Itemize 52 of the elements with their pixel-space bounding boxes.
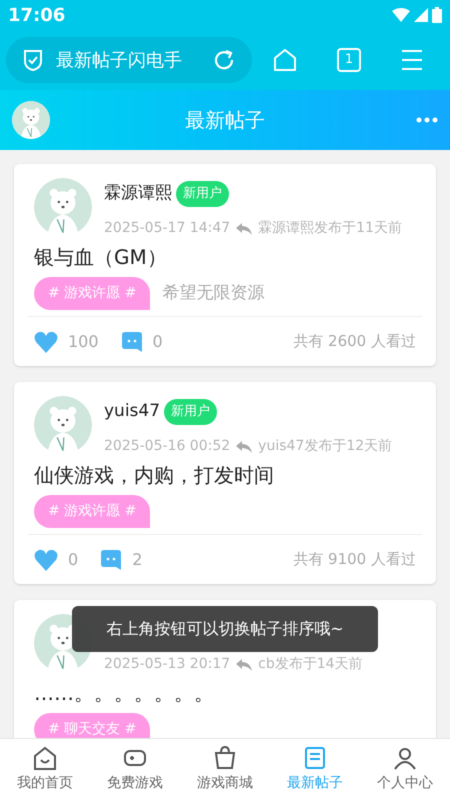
reply-arrow-icon (236, 658, 252, 670)
like-count: 0 (68, 548, 78, 570)
post-title: ……。。。。。。。 (34, 680, 215, 707)
nav-tab[interactable]: 我的首页 (0, 739, 90, 800)
reply-arrow-icon (236, 222, 252, 234)
post-date: 2025-05-13 20:17 (104, 655, 230, 674)
comment-icon[interactable] (100, 548, 122, 570)
user-avatar (34, 178, 92, 236)
author-note: yuis47发布于12天前 (258, 437, 392, 456)
nav-icon (32, 745, 58, 771)
status-time: 17:06 (8, 4, 66, 28)
address-text: 最新帖子闪电手 (56, 48, 183, 72)
user-badge: 新用户 (176, 181, 229, 207)
nav-tab[interactable]: 游戏商城 (180, 739, 270, 800)
home-icon[interactable] (272, 47, 298, 73)
nav-tab[interactable]: 免费游戏 (90, 739, 180, 800)
battery-icon (432, 7, 442, 23)
menu-icon[interactable] (400, 49, 424, 71)
author-note: 霖源谭熙发布于11天前 (258, 219, 402, 238)
user-name: yuis47 (104, 400, 160, 424)
page-title: 最新帖子 (184, 107, 266, 134)
signal-icon (414, 8, 428, 22)
post-title: 银与血（GM） (34, 244, 168, 271)
post-date: 2025-05-16 00:52 (104, 437, 230, 456)
user-avatar (34, 396, 92, 454)
view-count: 共有 2600 人看过 (293, 331, 416, 352)
reply-arrow-icon (236, 440, 252, 452)
comment-count: 0 (152, 330, 163, 352)
nav-tab[interactable]: 个人中心 (360, 739, 450, 800)
post-date: 2025-05-17 14:47 (104, 219, 230, 238)
post-card[interactable]: 霖源谭熙 新用户 2025-05-17 14:47 霖源谭熙发布于11天前 银与血（GM） # 游戏许愿 # 希望无限资源 100 0 共有 2600 人看过 (14, 164, 436, 366)
nav-icon (392, 745, 418, 771)
avatar[interactable] (12, 101, 50, 139)
post-title: 仙侠游戏，内购，打发时间 (34, 462, 275, 489)
more-icon[interactable] (416, 117, 438, 123)
comment-icon[interactable] (120, 330, 143, 352)
shield-check-icon (22, 48, 44, 72)
comment-count: 2 (132, 548, 142, 570)
wifi-icon (392, 8, 410, 22)
author-note: cb发布于14天前 (258, 655, 363, 674)
post-card[interactable]: yuis47 新用户 2025-05-16 00:52 yuis47发布于12天前 仙侠游戏，内购，打发时间 # 游戏许愿 # 0 2 共有 9100 人看过 (14, 382, 436, 584)
post-description: 希望无限资源 (162, 282, 264, 305)
nav-icon (212, 745, 238, 771)
heart-icon[interactable] (34, 548, 58, 570)
toast-message: 右上角按钮可以切换帖子排序哦~ (72, 606, 378, 652)
nav-icon (302, 745, 328, 771)
like-count: 100 (68, 330, 99, 352)
user-name: 霖源谭熙 (104, 182, 172, 206)
heart-icon[interactable] (34, 330, 58, 352)
reload-icon[interactable] (212, 48, 236, 72)
view-count: 共有 9100 人看过 (293, 549, 416, 570)
user-badge: 新用户 (164, 399, 218, 425)
